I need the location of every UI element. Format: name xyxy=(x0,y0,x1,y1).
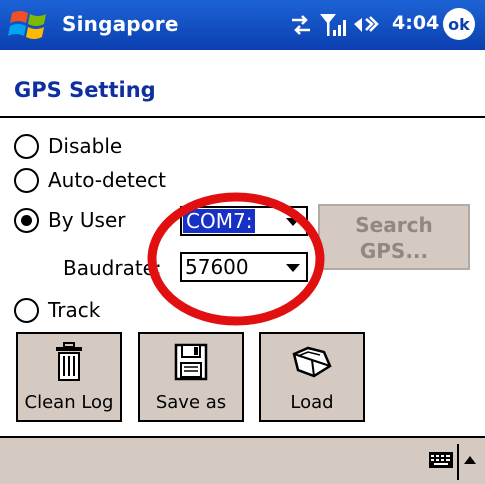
search-gps-label-line2: GPS... xyxy=(359,239,429,263)
radio-track[interactable]: Track xyxy=(14,295,100,325)
load-button[interactable]: Load xyxy=(259,332,365,422)
clock[interactable]: 4:04 xyxy=(392,12,439,34)
signal-icon xyxy=(320,14,346,36)
floppy-disk-icon xyxy=(140,342,242,382)
chevron-up-icon[interactable] xyxy=(464,456,476,464)
baudrate-label: Baudrate: xyxy=(63,256,162,280)
keyboard-icon[interactable] xyxy=(428,450,454,474)
radio-label-disable: Disable xyxy=(48,134,123,158)
radio-by-user[interactable]: By User xyxy=(14,205,126,235)
status-icons xyxy=(290,10,390,40)
radio-button[interactable] xyxy=(14,297,39,323)
radio-label-auto-detect: Auto-detect xyxy=(48,168,167,192)
trash-icon xyxy=(18,342,120,382)
chevron-down-icon[interactable] xyxy=(286,218,300,226)
radio-button-checked[interactable] xyxy=(14,207,39,233)
divider xyxy=(457,444,459,480)
search-gps-button[interactable]: Search GPS... xyxy=(318,204,470,270)
save-as-label: Save as xyxy=(155,392,227,413)
search-gps-label-line1: Search xyxy=(355,213,433,237)
header-divider xyxy=(0,116,485,118)
bottom-menu-bar xyxy=(0,436,485,484)
page-header: GPS Setting xyxy=(0,50,485,118)
app-title[interactable]: Singapore xyxy=(62,12,179,36)
title-bar: Singapore 4:04 ok xyxy=(0,0,485,50)
radio-button[interactable] xyxy=(14,167,39,193)
radio-auto-detect[interactable]: Auto-detect xyxy=(14,165,166,195)
radio-button[interactable] xyxy=(14,133,39,159)
volume-icon xyxy=(354,16,379,32)
sync-icon xyxy=(292,15,310,35)
save-as-button[interactable]: Save as xyxy=(138,332,244,422)
baudrate-dropdown[interactable]: 57600 xyxy=(180,252,308,282)
chevron-down-icon[interactable] xyxy=(286,264,300,272)
com-port-value: COM7: xyxy=(183,209,256,233)
page-title: GPS Setting xyxy=(14,78,156,102)
com-port-dropdown[interactable]: COM7: xyxy=(180,206,308,236)
open-folder-icon xyxy=(261,342,363,382)
clean-log-label: Clean Log xyxy=(24,392,114,413)
ok-button[interactable]: ok xyxy=(443,8,475,40)
load-label: Load xyxy=(290,392,334,413)
clean-log-button[interactable]: Clean Log xyxy=(16,332,122,422)
radio-label-track: Track xyxy=(48,298,101,322)
radio-disable[interactable]: Disable xyxy=(14,131,122,161)
radio-label-by-user: By User xyxy=(48,208,126,232)
windows-start-icon[interactable] xyxy=(8,7,52,43)
